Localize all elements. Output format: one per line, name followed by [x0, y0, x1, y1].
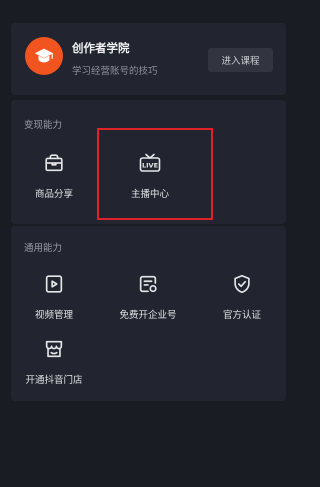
academy-title: 创作者学院 [72, 41, 130, 55]
item-enterprise-account[interactable]: 免费开企业号 [105, 271, 191, 321]
item-label: 商品分享 [34, 189, 73, 200]
graduation-cap-icon [25, 37, 63, 75]
enter-course-button[interactable]: 进入课程 [208, 48, 273, 72]
item-open-douyin-store[interactable]: 开通抖音门店 [11, 336, 97, 386]
creator-services-page: 创作者学院 学习经营账号的技巧 进入课程 变现能力 商品分享 LIVE 主播中心… [0, 0, 300, 487]
section-title: 变现能力 [24, 120, 63, 131]
item-video-management[interactable]: 视频管理 [11, 271, 97, 321]
academy-subtitle: 学习经营账号的技巧 [72, 66, 158, 77]
item-label: 视频管理 [34, 310, 73, 321]
item-label: 开通抖音门店 [25, 375, 83, 386]
item-official-verification[interactable]: 官方认证 [199, 271, 285, 321]
section-title: 通用能力 [24, 243, 63, 254]
video-play-icon [41, 271, 67, 297]
item-label: 免费开企业号 [119, 310, 177, 321]
store-icon [41, 336, 67, 362]
shop-bag-icon [41, 150, 67, 176]
general-section: 通用能力 视频管理 免费开企业号 官方认证 开通抖音门店 [11, 226, 286, 401]
item-label: 官方认证 [222, 310, 261, 321]
enterprise-card-icon [135, 271, 161, 297]
highlight-box [97, 128, 213, 220]
creator-academy-card[interactable]: 创作者学院 学习经营账号的技巧 进入课程 [11, 23, 286, 95]
verified-shield-icon [229, 271, 255, 297]
item-product-share[interactable]: 商品分享 [11, 150, 97, 200]
